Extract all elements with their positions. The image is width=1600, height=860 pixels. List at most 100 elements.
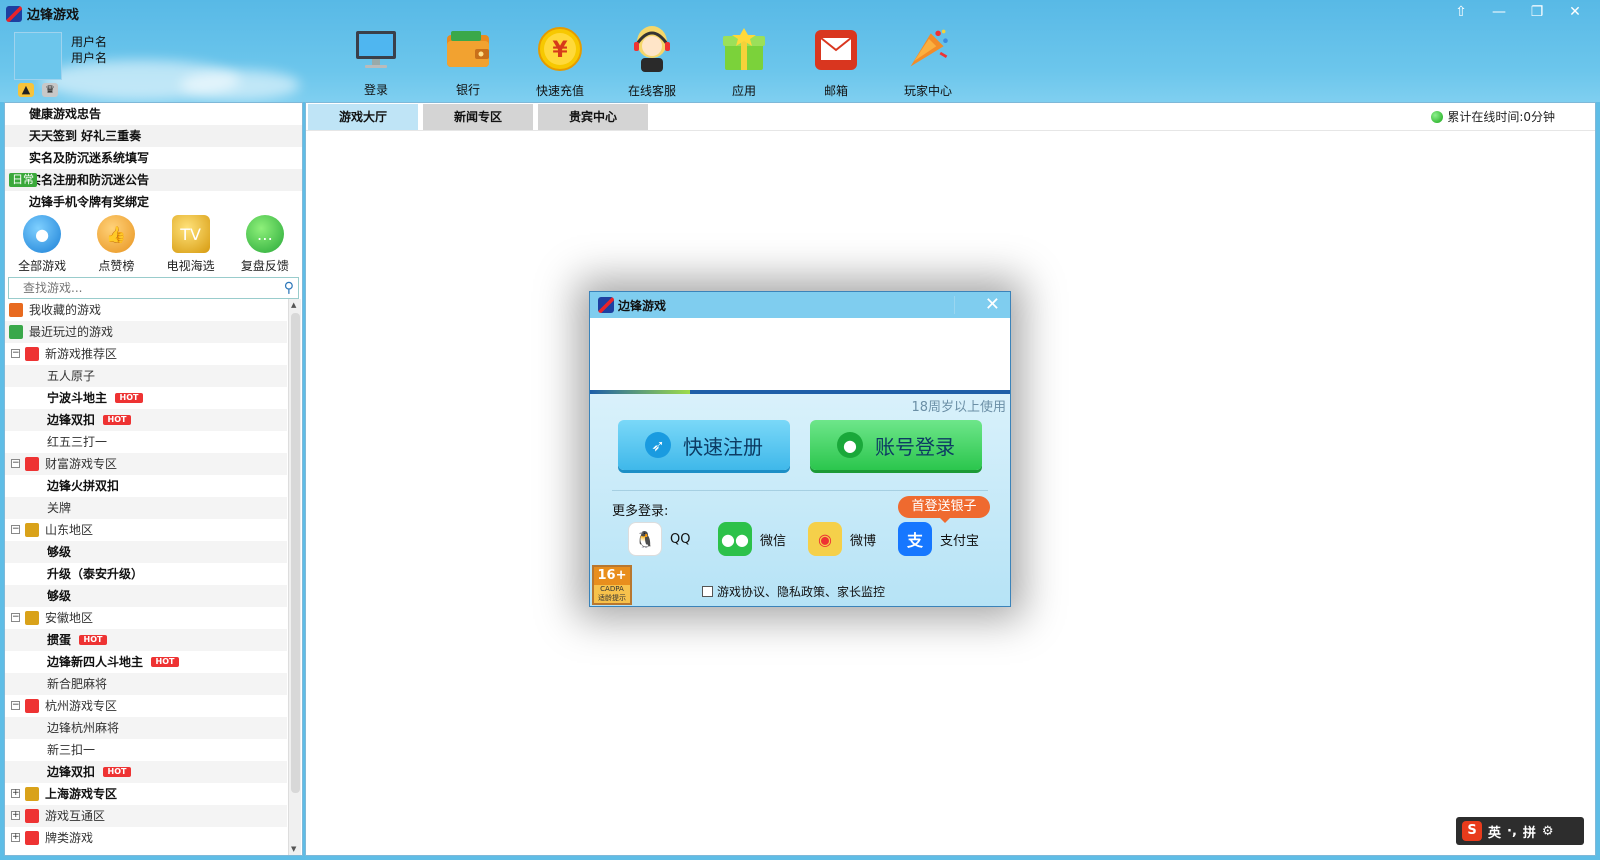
sogou-logo-icon[interactable]: S: [1462, 821, 1482, 841]
close-button[interactable]: ✕: [1558, 2, 1592, 22]
joystick-icon: ●: [23, 215, 62, 253]
agreement-checkbox[interactable]: [702, 586, 713, 597]
account-login-button[interactable]: ● 账号登录: [810, 420, 982, 470]
collapse-icon[interactable]: −: [11, 525, 20, 534]
tree-item[interactable]: 关牌: [5, 497, 287, 519]
quick-register-button[interactable]: ➶ 快速注册: [618, 420, 790, 470]
tree-item[interactable]: 边锋双扣 HOT: [5, 761, 287, 783]
search-icon[interactable]: ⚲: [284, 280, 294, 296]
notice-item[interactable]: 日常 实名注册和防沉迷公告: [5, 169, 302, 191]
expand-icon[interactable]: +: [11, 811, 20, 820]
quick-tv[interactable]: TV 电视海选: [156, 215, 226, 275]
notice-item[interactable]: 实名及防沉迷系统填写: [5, 147, 302, 169]
notice-item[interactable]: 边锋手机令牌有奖绑定: [5, 191, 302, 213]
expand-icon[interactable]: +: [11, 789, 20, 798]
tree-label: 五人原子: [47, 369, 96, 383]
scrollbar[interactable]: ▲ ▼: [288, 299, 301, 855]
toolbar-label: 在线客服: [627, 84, 676, 98]
age-rating-badge[interactable]: 16+ CADPA 适龄提示: [592, 565, 632, 605]
quick-feedback[interactable]: … 复盘反馈: [230, 215, 300, 275]
quick-likes[interactable]: 👍 点赞榜: [81, 215, 151, 275]
tree-item[interactable]: 边锋杭州麻将: [5, 717, 287, 739]
tree-item[interactable]: 五人原子: [5, 365, 287, 387]
avatar[interactable]: [14, 32, 62, 80]
toolbar-apps[interactable]: 应用: [698, 26, 790, 98]
dialog-title: 边锋游戏: [618, 298, 667, 313]
collapse-icon[interactable]: −: [11, 349, 20, 358]
register-label: 快速注册: [683, 434, 763, 459]
tab-news[interactable]: 新闻专区: [423, 104, 533, 130]
notice-list: 健康游戏忠告 天天签到 好礼三重奏 实名及防沉迷系统填写 日常 实名注册和防沉迷公…: [5, 103, 302, 213]
tab-vip[interactable]: 贵宾中心: [538, 104, 648, 130]
tree-item[interactable]: 掼蛋 HOT: [5, 629, 287, 651]
tree-group[interactable]: − 安徽地区: [5, 607, 287, 629]
tree-group[interactable]: 最近玩过的游戏: [5, 321, 287, 343]
toolbar-player-center[interactable]: 玩家中心: [882, 26, 974, 98]
gear-icon[interactable]: ⚙: [1542, 824, 1554, 839]
scrollbar-thumb[interactable]: [291, 313, 300, 793]
trophy-tv-icon: TV: [171, 215, 210, 253]
tree-item[interactable]: 红五三打一: [5, 431, 287, 453]
tree-group[interactable]: − 杭州游戏专区: [5, 695, 287, 717]
toolbar-bank[interactable]: 银行: [422, 26, 514, 98]
tree-label: 上海游戏专区: [45, 787, 118, 801]
collapse-icon[interactable]: −: [11, 459, 20, 468]
collapse-icon[interactable]: −: [11, 613, 20, 622]
alipay-login[interactable]: 支 支付宝: [898, 522, 979, 556]
toolbar-service[interactable]: 在线客服: [606, 26, 698, 98]
tree-group[interactable]: 我收藏的游戏: [5, 299, 287, 321]
tree-item[interactable]: 新合肥麻将: [5, 673, 287, 695]
ime-mode[interactable]: 英: [1488, 822, 1501, 841]
notice-item[interactable]: 健康游戏忠告: [5, 103, 302, 125]
quick-label: 复盘反馈: [240, 259, 289, 273]
wechat-login[interactable]: ●● 微信: [718, 522, 786, 556]
login-label: 账号登录: [875, 434, 955, 459]
dialog-close-button[interactable]: ✕: [985, 294, 1000, 315]
minimize-button[interactable]: —: [1482, 2, 1516, 22]
level-badge-icon[interactable]: ▲: [18, 83, 34, 97]
tree-group[interactable]: + 游戏互通区: [5, 805, 287, 827]
notice-item[interactable]: 天天签到 好礼三重奏: [5, 125, 302, 147]
tree-item[interactable]: 宁波斗地主 HOT: [5, 387, 287, 409]
quick-icons: ● 全部游戏 👍 点赞榜 TV 电视海选 … 复盘反馈: [5, 215, 302, 275]
qq-login[interactable]: 🐧 QQ: [628, 522, 690, 556]
tree-item[interactable]: 新三扣一: [5, 739, 287, 761]
tree-group[interactable]: − 山东地区: [5, 519, 287, 541]
scroll-down-icon[interactable]: ▼: [291, 845, 296, 853]
house-icon: [25, 809, 39, 823]
tree-group[interactable]: − 新游戏推荐区: [5, 343, 287, 365]
gift-box-icon: [721, 26, 767, 72]
skin-button[interactable]: ⇧: [1444, 2, 1478, 22]
app-title-text: 边锋游戏: [27, 8, 80, 23]
tree-item[interactable]: 边锋新四人斗地主 HOT: [5, 651, 287, 673]
weibo-login[interactable]: ◉ 微博: [808, 522, 876, 556]
ime-punctuation[interactable]: ·,: [1507, 824, 1517, 839]
tree-label: 边锋火拼双扣: [47, 479, 120, 493]
collapse-icon[interactable]: −: [11, 701, 20, 710]
toolbar-recharge[interactable]: ¥ 快速充值: [514, 26, 606, 98]
tree-item[interactable]: 够级: [5, 541, 287, 563]
tree-label: 杭州游戏专区: [45, 699, 118, 713]
toolbar-mail[interactable]: 邮箱: [790, 26, 882, 98]
dialog-banner: [590, 318, 1010, 390]
tree-item[interactable]: 边锋双扣 HOT: [5, 409, 287, 431]
ime-pinyin[interactable]: 拼: [1523, 822, 1536, 841]
expand-icon[interactable]: +: [11, 833, 20, 842]
agreement-row: 游戏协议、隐私政策、家长监控: [702, 583, 885, 600]
vip-crown-icon[interactable]: ♛: [42, 83, 58, 97]
toolbar-login[interactable]: 登录: [330, 26, 422, 98]
agreement-text[interactable]: 游戏协议、隐私政策、家长监控: [717, 583, 885, 600]
tree-item[interactable]: 够级: [5, 585, 287, 607]
wallet-icon: [445, 26, 491, 71]
tree-group[interactable]: + 上海游戏专区: [5, 783, 287, 805]
scroll-up-icon[interactable]: ▲: [291, 301, 296, 309]
tree-label: 财富游戏专区: [45, 457, 118, 471]
quick-all-games[interactable]: ● 全部游戏: [7, 215, 77, 275]
tab-lobby[interactable]: 游戏大厅: [308, 104, 418, 130]
tree-item[interactable]: 边锋火拼双扣: [5, 475, 287, 497]
tree-group[interactable]: − 财富游戏专区: [5, 453, 287, 475]
tree-item[interactable]: 升级（泰安升级）: [5, 563, 287, 585]
restore-button[interactable]: ❐: [1520, 2, 1554, 22]
search-input[interactable]: [9, 278, 269, 298]
tree-group[interactable]: + 牌类游戏: [5, 827, 287, 849]
